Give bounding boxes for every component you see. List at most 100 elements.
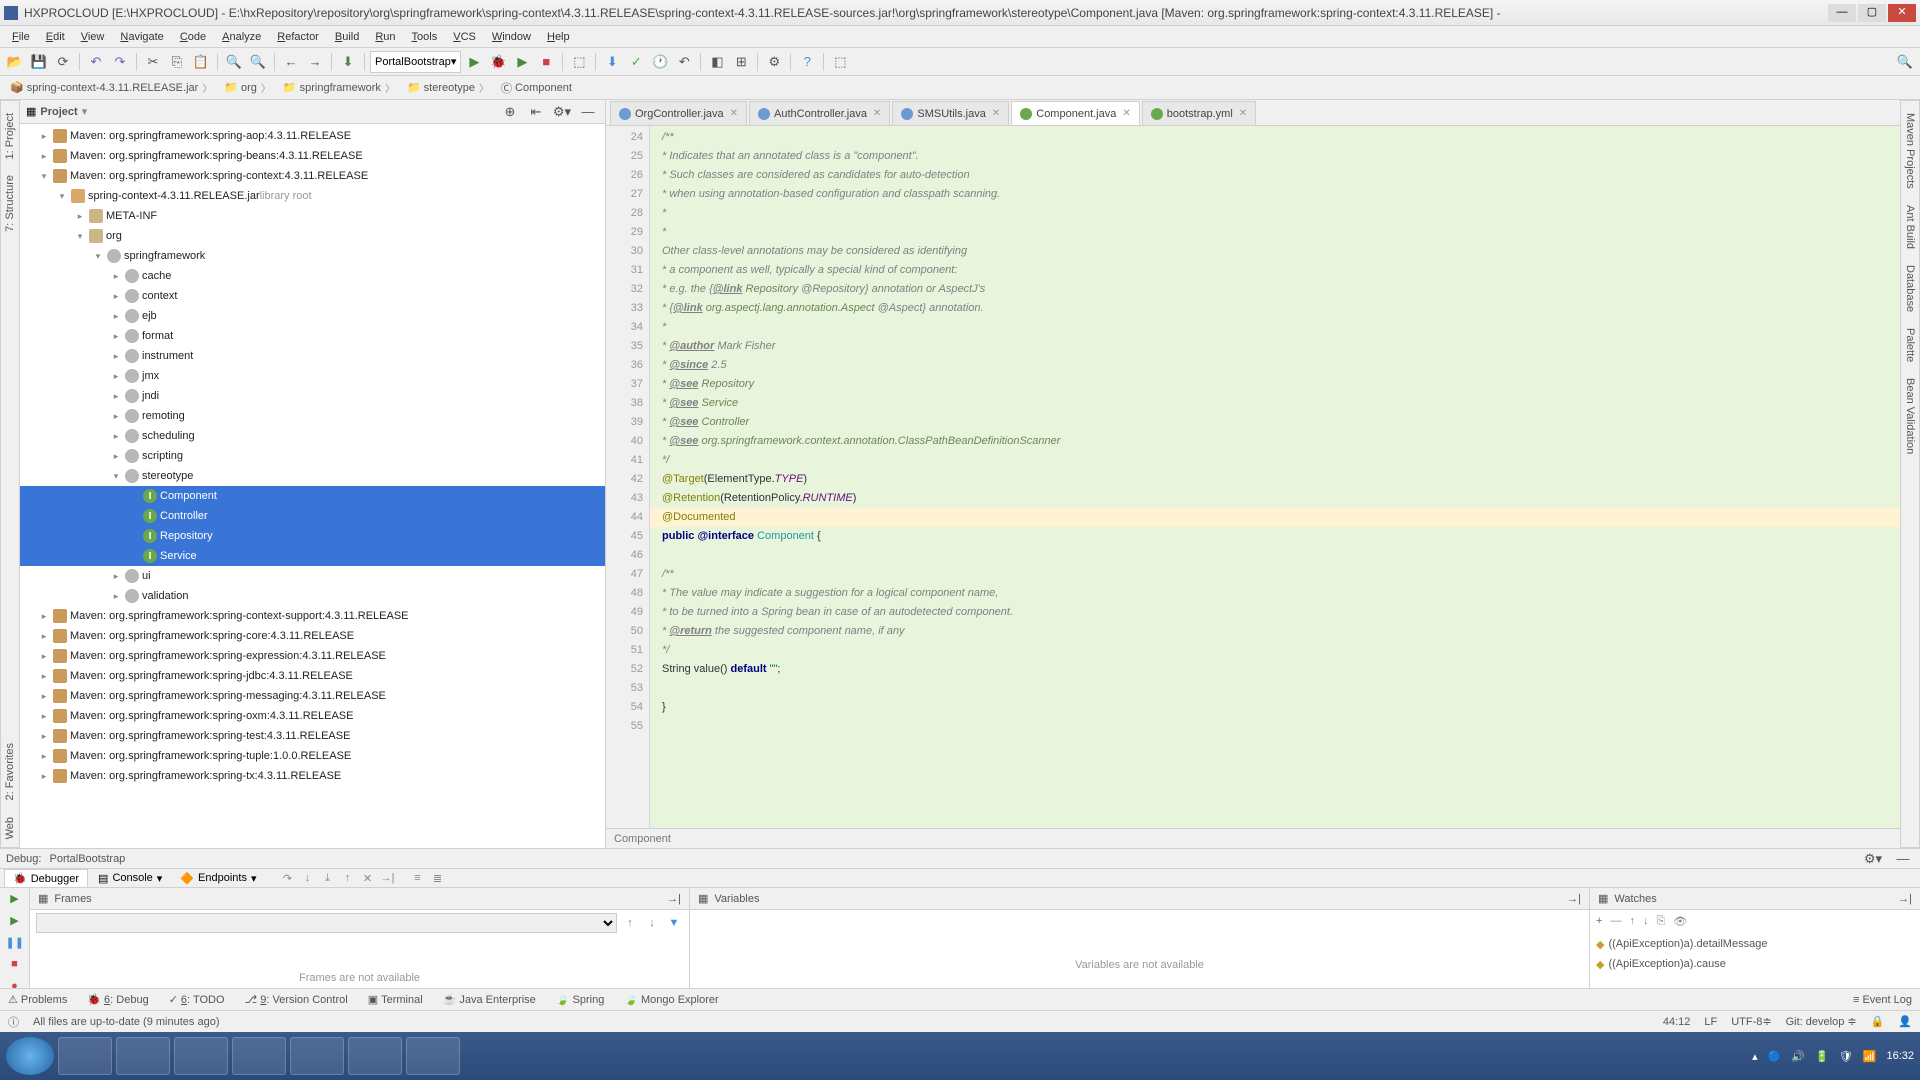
event-log[interactable]: ≡Event Log	[1849, 994, 1916, 1006]
evaluate-icon[interactable]: ≡	[409, 869, 427, 887]
tree-node[interactable]: ▸jmx	[20, 366, 605, 386]
editor-tab[interactable]: Component.java✕	[1011, 101, 1140, 125]
tree-node[interactable]: ▸Maven: org.springframework:spring-expre…	[20, 646, 605, 666]
tree-node[interactable]: ▸remoting	[20, 406, 605, 426]
editor-tab[interactable]: bootstrap.yml✕	[1142, 101, 1256, 125]
breadcrumb-item[interactable]: 📁stereotype	[401, 80, 495, 95]
remove-watch-icon[interactable]: —	[1610, 915, 1621, 927]
menu-window[interactable]: Window	[484, 31, 539, 43]
force-step-into-icon[interactable]: ⤓	[319, 869, 337, 887]
stop-debug-icon[interactable]: ■	[6, 958, 24, 976]
debug-icon[interactable]: 🐞	[487, 51, 509, 73]
right-tab[interactable]: Maven Projects	[1902, 105, 1918, 197]
bottom-tab[interactable]: ⚠Problems	[4, 993, 71, 1006]
right-tab[interactable]: Database	[1902, 257, 1918, 320]
bottom-tab[interactable]: ⎇9: Version Control	[241, 993, 352, 1006]
taskbar-app7[interactable]	[406, 1037, 460, 1075]
lock-icon[interactable]: 🔒	[1871, 1015, 1885, 1028]
menu-navigate[interactable]: Navigate	[112, 31, 171, 43]
tree-node[interactable]: ▸Maven: org.springframework:spring-aop:4…	[20, 126, 605, 146]
menu-tools[interactable]: Tools	[404, 31, 446, 43]
hector-icon[interactable]: 👤	[1898, 1015, 1912, 1028]
menu-view[interactable]: View	[73, 31, 113, 43]
debug-settings-icon[interactable]: ⚙▾	[1862, 848, 1884, 870]
jrebel-icon[interactable]: ⬚	[829, 51, 851, 73]
save-icon[interactable]: 💾	[28, 51, 50, 73]
vcs-update-icon[interactable]: ⬇	[601, 51, 623, 73]
settings-gear-icon[interactable]: ⚙▾	[551, 101, 573, 123]
search-everywhere-icon[interactable]: 🔍	[1894, 51, 1916, 73]
maximize-button[interactable]: ▢	[1858, 4, 1886, 22]
add-watch-icon[interactable]: +	[1596, 915, 1602, 927]
tree-node[interactable]: ▸context	[20, 286, 605, 306]
run-icon[interactable]: ▶	[463, 51, 485, 73]
show-watch-icon[interactable]: 👁	[1673, 915, 1687, 928]
tree-node[interactable]: ▸Maven: org.springframework:spring-oxm:4…	[20, 706, 605, 726]
pause-icon[interactable]: ❚❚	[6, 936, 24, 954]
resume-icon[interactable]: ▶	[6, 914, 24, 932]
coverage-icon[interactable]: ▶	[511, 51, 533, 73]
tree-node[interactable]: ▸ejb	[20, 306, 605, 326]
breadcrumb-item[interactable]: 📁org	[218, 80, 277, 95]
frame-down-icon[interactable]: ↓	[643, 914, 661, 932]
bottom-tab[interactable]: ☕Java Enterprise	[439, 993, 540, 1006]
tree-node[interactable]: ▾org	[20, 226, 605, 246]
open-icon[interactable]: 📂	[4, 51, 26, 73]
tab-endpoints[interactable]: 🔶 Endpoints ▾	[172, 870, 264, 887]
tree-node[interactable]: ▸Maven: org.springframework:spring-conte…	[20, 606, 605, 626]
line-ending[interactable]: LF	[1704, 1016, 1717, 1028]
right-tab[interactable]: Bean Validation	[1902, 370, 1918, 462]
bottom-tab[interactable]: 🐞6: Debug	[83, 993, 152, 1006]
frame-filter-icon[interactable]: ▼	[665, 914, 683, 932]
tree-node[interactable]: ▸ui	[20, 566, 605, 586]
minimize-button[interactable]: —	[1828, 4, 1856, 22]
tab-debugger[interactable]: 🐞 Debugger	[4, 869, 88, 887]
back-icon[interactable]: ←	[280, 51, 302, 73]
tree-node[interactable]: ▾springframework	[20, 246, 605, 266]
vcs-revert-icon[interactable]: ↶	[673, 51, 695, 73]
left-tab[interactable]: 1: Project	[2, 105, 18, 167]
cut-icon[interactable]: ✂	[142, 51, 164, 73]
taskbar-explorer[interactable]	[348, 1037, 402, 1075]
code-body[interactable]: /** * Indicates that an annotated class …	[650, 126, 1900, 828]
start-button[interactable]	[6, 1037, 54, 1075]
tree-node[interactable]: ▸Maven: org.springframework:spring-jdbc:…	[20, 666, 605, 686]
menu-build[interactable]: Build	[327, 31, 367, 43]
menu-edit[interactable]: Edit	[38, 31, 73, 43]
tree-node[interactable]: IComponent	[20, 486, 605, 506]
editor-tab[interactable]: OrgController.java✕	[610, 101, 747, 125]
right-tab[interactable]: Ant Build	[1902, 197, 1918, 257]
vcs-history-icon[interactable]: 🕐	[649, 51, 671, 73]
paste-icon[interactable]: 📋	[190, 51, 212, 73]
find-icon[interactable]: 🔍	[223, 51, 245, 73]
settings-icon[interactable]: ⚙	[763, 51, 785, 73]
step-out-icon[interactable]: ↑	[339, 869, 357, 887]
editor-tab[interactable]: SMSUtils.java✕	[892, 101, 1009, 125]
forward-icon[interactable]: →	[304, 51, 326, 73]
bottom-tab[interactable]: 🍃Mongo Explorer	[620, 993, 722, 1006]
tree-node[interactable]: IService	[20, 546, 605, 566]
project-tree[interactable]: ▸Maven: org.springframework:spring-aop:4…	[20, 124, 605, 848]
taskbar-intellij[interactable]	[116, 1037, 170, 1075]
menu-code[interactable]: Code	[172, 31, 214, 43]
layout-icon[interactable]: ⬚	[568, 51, 590, 73]
taskbar-app3[interactable]	[174, 1037, 228, 1075]
tab-console[interactable]: ▤ Console ▾	[90, 870, 170, 887]
undo-icon[interactable]: ↶	[85, 51, 107, 73]
right-tab[interactable]: Palette	[1902, 320, 1918, 370]
build-icon[interactable]: ⬇	[337, 51, 359, 73]
copy-watch-icon[interactable]: ⎘	[1656, 915, 1665, 928]
step-over-icon[interactable]: ↷	[279, 869, 297, 887]
bottom-tab[interactable]: ✓6: TODO	[165, 993, 229, 1006]
trace-icon[interactable]: ≣	[429, 869, 447, 887]
hide-panel-icon[interactable]: —	[577, 101, 599, 123]
tree-node[interactable]: ▾stereotype	[20, 466, 605, 486]
left-tab[interactable]: 2: Favorites	[2, 735, 18, 808]
bottom-tab[interactable]: 🍃Spring	[552, 993, 609, 1006]
watch-item[interactable]: ◆((ApiException)a).cause	[1596, 954, 1914, 974]
tree-node[interactable]: ▸Maven: org.springframework:spring-tx:4.…	[20, 766, 605, 786]
frame-up-icon[interactable]: ↑	[621, 914, 639, 932]
taskbar-app5[interactable]	[290, 1037, 344, 1075]
vcs-commit-icon[interactable]: ✓	[625, 51, 647, 73]
replace-icon[interactable]: 🔍	[247, 51, 269, 73]
